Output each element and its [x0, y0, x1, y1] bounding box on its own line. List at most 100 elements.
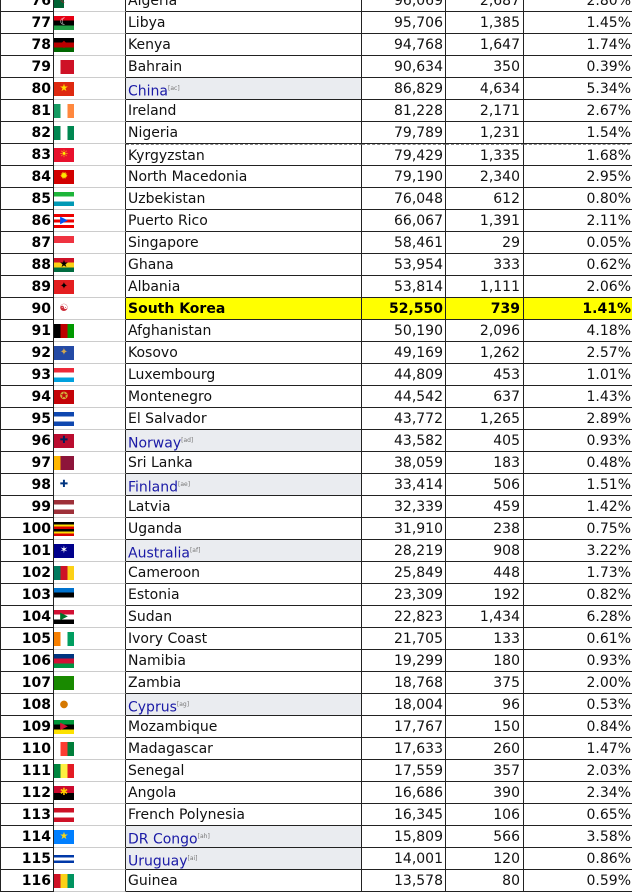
country-link[interactable]: Norway[ad] [126, 430, 362, 452]
country-cell: Uganda [126, 518, 362, 540]
flag-icon: ▶ [54, 214, 74, 228]
flag-cell [54, 584, 126, 606]
flag-icon [54, 852, 74, 866]
cases-cell: 79,429 [362, 144, 446, 166]
footnote-link[interactable]: [ai] [188, 855, 198, 862]
rank-cell: 95 [0, 408, 54, 430]
flag-cell: ▶ [54, 210, 126, 232]
country-cell: Albania [126, 276, 362, 298]
table-row: 99 Latvia 32,339 459 1.42% [0, 496, 632, 518]
flag-emblem-icon: ▶ [60, 215, 68, 226]
rank-cell: 78 [0, 34, 54, 56]
deaths-cell: 1,391 [446, 210, 524, 232]
flag-cell [54, 562, 126, 584]
footnote-link[interactable]: [ac] [168, 85, 180, 92]
flag-cell [54, 452, 126, 474]
country-cell: Angola [126, 782, 362, 804]
flag-cell: ✚ [54, 430, 126, 452]
rank-cell: 84 [0, 166, 54, 188]
flag-icon: ☯ [54, 302, 74, 316]
country-name: Kenya [128, 37, 171, 53]
country-cell: Estonia [126, 584, 362, 606]
country-name[interactable]: Uruguay [128, 854, 188, 870]
death-rate-cell: 0.59% [524, 870, 632, 892]
death-rate-cell: 0.82% [524, 584, 632, 606]
country-name[interactable]: Australia [128, 546, 190, 562]
country-name[interactable]: China [128, 84, 168, 100]
flag-cell: ★ [54, 826, 126, 848]
flag-cell [54, 628, 126, 650]
table-row: 76 ☾ Algeria 96,069 2,687 2.80% [0, 0, 632, 12]
country-link[interactable]: DR Congo[ah] [126, 826, 362, 848]
rank-cell: 80 [0, 78, 54, 100]
flag-icon: ▶ [54, 720, 74, 734]
deaths-cell: 2,171 [446, 100, 524, 122]
country-name: Estonia [128, 587, 180, 603]
flag-emblem-icon: ★ [59, 83, 69, 94]
flag-emblem-icon: ☾ [59, 0, 69, 6]
rank-cell: 103 [0, 584, 54, 606]
country-cell: Zambia [126, 672, 362, 694]
table-row: 100 Uganda 31,910 238 0.75% [0, 518, 632, 540]
death-rate-cell: 1.01% [524, 364, 632, 386]
flag-cell: ★ [54, 254, 126, 276]
country-cell: Afghanistan [126, 320, 362, 342]
flag-emblem-icon: ▶ [60, 611, 68, 622]
cases-cell: 43,582 [362, 430, 446, 452]
flag-icon: ● [54, 698, 74, 712]
death-rate-cell: 0.80% [524, 188, 632, 210]
cases-cell: 79,789 [362, 122, 446, 144]
rank-cell: 93 [0, 364, 54, 386]
flag-cell: ✶ [54, 540, 126, 562]
death-rate-cell: 0.93% [524, 650, 632, 672]
flag-cell [54, 100, 126, 122]
death-rate-cell: 0.62% [524, 254, 632, 276]
flag-emblem-icon: ✦ [59, 347, 69, 358]
country-name: Ghana [128, 257, 174, 273]
flag-cell [54, 672, 126, 694]
death-rate-cell: 0.84% [524, 716, 632, 738]
country-cell: Libya [126, 12, 362, 34]
country-link[interactable]: Cyprus[ag] [126, 694, 362, 716]
cases-cell: 53,954 [362, 254, 446, 276]
country-link[interactable]: Australia[af] [126, 540, 362, 562]
deaths-cell: 405 [446, 430, 524, 452]
country-cell: Cameroon [126, 562, 362, 584]
footnote-link[interactable]: [ag] [177, 701, 189, 708]
cases-cell: 19,299 [362, 650, 446, 672]
footnote-link[interactable]: [ad] [181, 437, 193, 444]
flag-icon: ★ [54, 82, 74, 96]
death-rate-cell: 1.43% [524, 386, 632, 408]
cases-cell: 44,809 [362, 364, 446, 386]
deaths-cell: 80 [446, 870, 524, 892]
rank-cell: 91 [0, 320, 54, 342]
table-row: 82 Nigeria 79,789 1,231 1.54% [0, 122, 632, 144]
country-name: North Macedonia [128, 169, 248, 185]
country-name[interactable]: Norway [128, 436, 181, 452]
country-name[interactable]: Cyprus [128, 700, 177, 716]
deaths-cell: 29 [446, 232, 524, 254]
country-cell: French Polynesia [126, 804, 362, 826]
country-name[interactable]: DR Congo [128, 832, 198, 848]
flag-icon: ✹ [54, 170, 74, 184]
flag-cell: ✪ [54, 386, 126, 408]
country-name: Senegal [128, 763, 185, 779]
country-link[interactable]: Uruguay[ai] [126, 848, 362, 870]
footnote-link[interactable]: [ah] [198, 833, 210, 840]
country-link[interactable]: Finland[ae] [126, 474, 362, 496]
table-row: 110 Madagascar 17,633 260 1.47% [0, 738, 632, 760]
country-link[interactable]: China[ac] [126, 78, 362, 100]
flag-cell [54, 518, 126, 540]
flag-emblem-icon: ✚ [59, 435, 69, 446]
footnote-link[interactable]: [ae] [178, 481, 190, 488]
death-rate-cell: 2.80% [524, 0, 632, 12]
footnote-link[interactable]: [af] [190, 547, 200, 554]
flag-emblem-icon: ✹ [59, 171, 69, 182]
country-name[interactable]: Finland [128, 480, 178, 496]
cases-cell: 18,004 [362, 694, 446, 716]
rank-cell: 85 [0, 188, 54, 210]
cases-cell: 33,414 [362, 474, 446, 496]
flag-cell [54, 364, 126, 386]
deaths-cell: 739 [446, 298, 524, 320]
table-row: 116 Guinea 13,578 80 0.59% [0, 870, 632, 892]
